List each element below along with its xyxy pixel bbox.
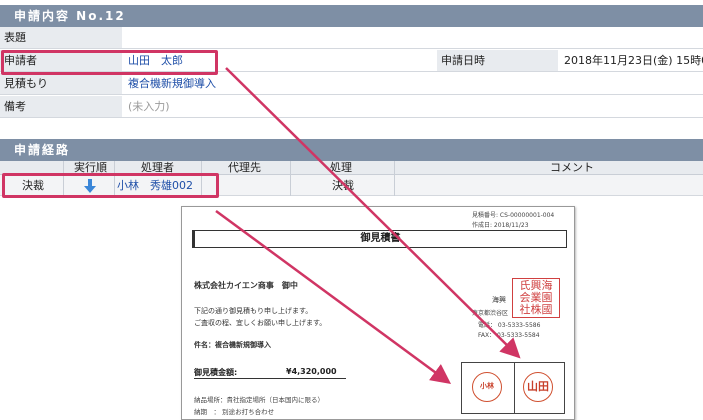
sender-tel: 電話： 03-5333-5586	[478, 322, 541, 329]
quotation-document: 見積番号: CS-00000001-004 作成日: 2018/11/23 御見…	[181, 206, 575, 420]
label-remarks: 備考	[0, 96, 122, 117]
amount-underline	[194, 378, 346, 379]
row-estimate: 見積もり 複合機新規御導入	[0, 73, 703, 95]
value-estimate-link[interactable]: 複合機新規御導入	[128, 73, 216, 94]
doc-greeting-2: ご査収の程、宜しくお願い申し上げます。	[194, 319, 327, 327]
seal-divider	[514, 363, 515, 413]
company-seal-icon: 氏興海 会業園 社株國	[512, 278, 560, 318]
col-proxy: 代理先	[228, 161, 261, 174]
label-applied-at: 申請日時	[437, 50, 558, 71]
col-divider	[394, 161, 395, 196]
doc-amount-label: 御見積金額:	[194, 368, 238, 377]
label-subject: 表題	[0, 27, 122, 48]
doc-subject: 件名：複合機新規御導入	[194, 341, 271, 349]
seal-kobayashi-icon: 小林	[472, 372, 502, 402]
sender-fax: FAX： 03-5333-5584	[478, 332, 540, 339]
doc-amount-value: ¥4,320,000	[286, 367, 337, 376]
doc-delivery-date: 納期 ： 別途お打ち合わせ	[194, 408, 275, 416]
label-estimate: 見積もり	[0, 73, 122, 94]
value-remarks: (未入力)	[128, 100, 170, 113]
sender-name: 海興	[492, 296, 506, 304]
doc-title: 御見積書	[192, 230, 567, 248]
doc-recipient: 株式会社カイエン商事 御中	[194, 281, 298, 290]
sender-address: 東京都渋谷区	[472, 310, 509, 317]
value-applied-at: 2018年11月23日(金) 15時08	[564, 54, 703, 67]
row-remarks: 備考 (未入力)	[0, 96, 703, 118]
route-process: 決裁	[332, 179, 354, 192]
highlight-route-row	[2, 173, 219, 198]
doc-delivery-place: 納品場所：貴社指定場所（日本国内に限る）	[194, 396, 324, 404]
highlight-applicant	[1, 50, 218, 75]
route-section-header: 申請経路	[0, 139, 703, 161]
col-divider	[290, 161, 291, 196]
seal-yamada-icon: 山田	[523, 372, 553, 402]
row-subject: 表題	[0, 27, 703, 49]
approval-seal-box: 小林 山田	[461, 362, 565, 414]
doc-greeting-1: 下記の通り御見積もり申し上げます。	[194, 307, 313, 315]
doc-date: 作成日: 2018/11/23	[472, 222, 529, 229]
col-comment: コメント	[550, 161, 594, 174]
col-process: 処理	[330, 161, 352, 174]
request-section-header: 申請内容 No.12	[0, 5, 703, 27]
doc-number: 見積番号: CS-00000001-004	[472, 212, 555, 219]
